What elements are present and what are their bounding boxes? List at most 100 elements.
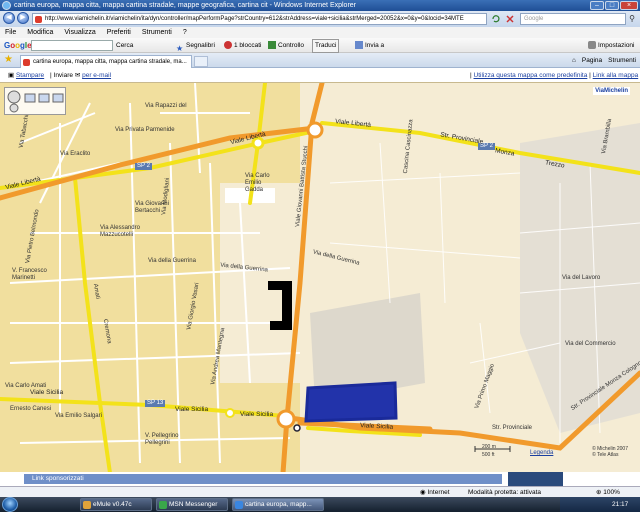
email-link[interactable]: | Inviare ✉ per e-mail — [50, 69, 111, 82]
send-icon — [355, 41, 363, 50]
label-sp13: SP 13 — [145, 400, 166, 407]
pan-icon[interactable] — [7, 90, 21, 104]
label-via-privata-parmenide: Via Privata Parmenide — [115, 127, 175, 133]
back-button[interactable]: ◀ — [3, 12, 15, 24]
controllo-button[interactable]: Controllo — [268, 38, 304, 53]
globe-icon: ◉ — [420, 489, 426, 496]
system-tray: 21:17 — [560, 497, 640, 512]
label-viale-sicilia-left: Viale Sicilia — [30, 389, 64, 396]
label-via-alessandro-mazzucotelli: Via Alessandro Mazzucotelli — [100, 225, 140, 238]
fullscreen-icon[interactable] — [52, 93, 64, 103]
address-input[interactable]: http://www.viamichelin.it/viamichelin/it… — [32, 13, 487, 25]
taskbar-item-emule[interactable]: eMule v0.47c — [80, 498, 152, 511]
label-via-rapazzi: Via Rapazzi del — [145, 103, 187, 109]
star-icon: ★ — [176, 44, 184, 54]
zoom-out-icon[interactable] — [9, 103, 19, 113]
address-row: ◀ ▶ http://www.viamichelin.it/viamicheli… — [0, 11, 640, 27]
label-via-francesco-marinetti: V. Francesco Marinetti — [12, 268, 47, 281]
label-via-del-lavoro: Via del Lavoro — [562, 275, 601, 281]
taskbar-item-ie[interactable]: cartina europa, mapp... — [232, 498, 324, 511]
map-copyright: © Michelin 2007 © Tele Atlas — [592, 446, 628, 458]
favorites-star-icon[interactable]: ★ — [4, 55, 13, 65]
printer-icon: ▣ — [8, 72, 15, 79]
tab-row: ★ cartina europa, mappa citta, mappa car… — [0, 53, 640, 68]
ie-taskbar-icon — [235, 501, 243, 509]
clock[interactable]: 21:17 — [612, 497, 628, 512]
home-icon[interactable]: ⌂ — [572, 55, 576, 66]
print-link[interactable]: ▣ Stampare — [8, 69, 44, 82]
impostazioni-button[interactable]: Impostazioni — [588, 38, 635, 53]
menu-help[interactable]: ? — [183, 27, 187, 38]
window-title: cartina europa, mappa citta, mappa carti… — [14, 2, 357, 9]
menu-bar: File Modifica Visualizza Preferiti Strum… — [0, 27, 640, 38]
page-header: ▣ Stampare | Inviare ✉ per e-mail | Util… — [0, 69, 640, 82]
wrench-icon — [588, 41, 596, 50]
pagina-menu[interactable]: Pagina — [582, 55, 602, 66]
label-via-eraclito: Via Eraclito — [60, 151, 91, 157]
taskbar: eMule v0.47c MSN Messenger cartina europ… — [0, 497, 640, 512]
label-via-emilio-salgari: Via Emilio Salgari — [55, 413, 102, 419]
menu-modifica[interactable]: Modifica — [27, 27, 53, 38]
map-navigation-control[interactable] — [4, 87, 66, 115]
zoom-icon: ⊕ — [596, 489, 602, 496]
label-viale-sicilia-mid2: Viale Sicilia — [240, 411, 274, 418]
invia-button[interactable]: Invia a — [355, 38, 384, 53]
close-button[interactable]: × — [620, 1, 638, 10]
tab-label: cartina europa, mappa citta, mappa carti… — [33, 59, 187, 65]
strumenti-menu[interactable]: Strumenti — [608, 55, 636, 66]
search-input[interactable]: Google — [520, 13, 626, 25]
search-go-icon[interactable]: ⚲ — [627, 14, 637, 24]
zoom-in-icon[interactable] — [24, 93, 36, 103]
google-search-input[interactable] — [31, 40, 113, 51]
msn-icon — [159, 501, 167, 509]
check-icon — [268, 41, 276, 50]
ad-thumbnail[interactable] — [508, 472, 563, 486]
ie-icon — [2, 1, 11, 10]
maximize-button[interactable]: □ — [605, 1, 619, 10]
scale-ft: 500 ft — [482, 452, 495, 458]
sponsor-section: Link sponsorizzati — [0, 472, 640, 487]
minimize-button[interactable]: – — [590, 1, 604, 10]
block-icon — [224, 41, 232, 50]
label-sp2-left: SP 2 — [135, 163, 152, 170]
menu-strumenti[interactable]: Strumenti — [142, 27, 172, 38]
map-scale: 200 m 500 ft — [470, 444, 514, 458]
emule-icon — [83, 501, 91, 509]
label-via-carlo-emilio-gadda: Via Carlo Emilio Gadda — [245, 173, 270, 193]
link-to-map[interactable]: Link alla mappa — [593, 72, 639, 79]
address-url: http://www.viamichelin.it/viamichelin/it… — [45, 16, 464, 22]
popup-blocked-button[interactable]: 1 bloccati — [224, 38, 261, 53]
refresh-stop-buttons[interactable] — [489, 14, 519, 24]
envelope-icon: ✉ — [74, 72, 81, 79]
layer-icon[interactable] — [38, 93, 50, 103]
default-map-link[interactable]: Utilizza questa mappa come predefinita — [474, 72, 588, 79]
status-bar: ◉ Internet Modalità protetta: attivata ⊕… — [0, 486, 640, 497]
segnalibri-button[interactable]: ★ Segnalibri — [176, 38, 215, 53]
label-via-ernesto-canesi: Ernesto Canesi — [10, 406, 52, 412]
cerca-button[interactable]: Cerca — [116, 38, 133, 53]
menu-file[interactable]: File — [5, 27, 16, 38]
label-via-del-commercio: Via del Commercio — [565, 341, 616, 347]
start-button[interactable] — [2, 497, 18, 512]
legenda-link[interactable]: Legenda — [530, 450, 553, 456]
taskbar-item-msn[interactable]: MSN Messenger — [156, 498, 228, 511]
label-str-provinciale-bottom: Str. Provinciale — [492, 425, 533, 431]
forward-button[interactable]: ▶ — [17, 12, 29, 24]
label-via-della-guerrina: Via della Guerrina — [148, 258, 196, 264]
page-favicon-icon — [35, 16, 42, 23]
label-via-pellegrino-pellegrini: V. Pellegrino Pellegrini — [145, 433, 179, 446]
label-viale-sicilia-mid: Viale Sicilia — [175, 406, 209, 413]
refresh-icon[interactable] — [489, 14, 519, 24]
new-tab-button[interactable] — [194, 56, 208, 67]
menu-visualizza[interactable]: Visualizza — [64, 27, 95, 38]
menu-preferiti[interactable]: Preferiti — [107, 27, 131, 38]
viamichelin-logo: ViaMichelin — [593, 87, 630, 95]
map-view[interactable]: Viale Libertà Viale Libertà Viale Libert… — [0, 82, 640, 472]
sponsored-links-header: Link sponsorizzati — [24, 474, 502, 484]
traduci-button[interactable]: Traduci — [312, 39, 340, 53]
tab-favicon-icon — [23, 59, 30, 66]
google-toolbar: Google Cerca ★ Segnalibri 1 bloccati Cont… — [0, 38, 640, 53]
command-bar: ⌂ Pagina Strumenti — [572, 55, 636, 66]
tab-active[interactable]: cartina europa, mappa citta, mappa carti… — [20, 55, 192, 68]
google-logo: Google — [4, 41, 32, 50]
